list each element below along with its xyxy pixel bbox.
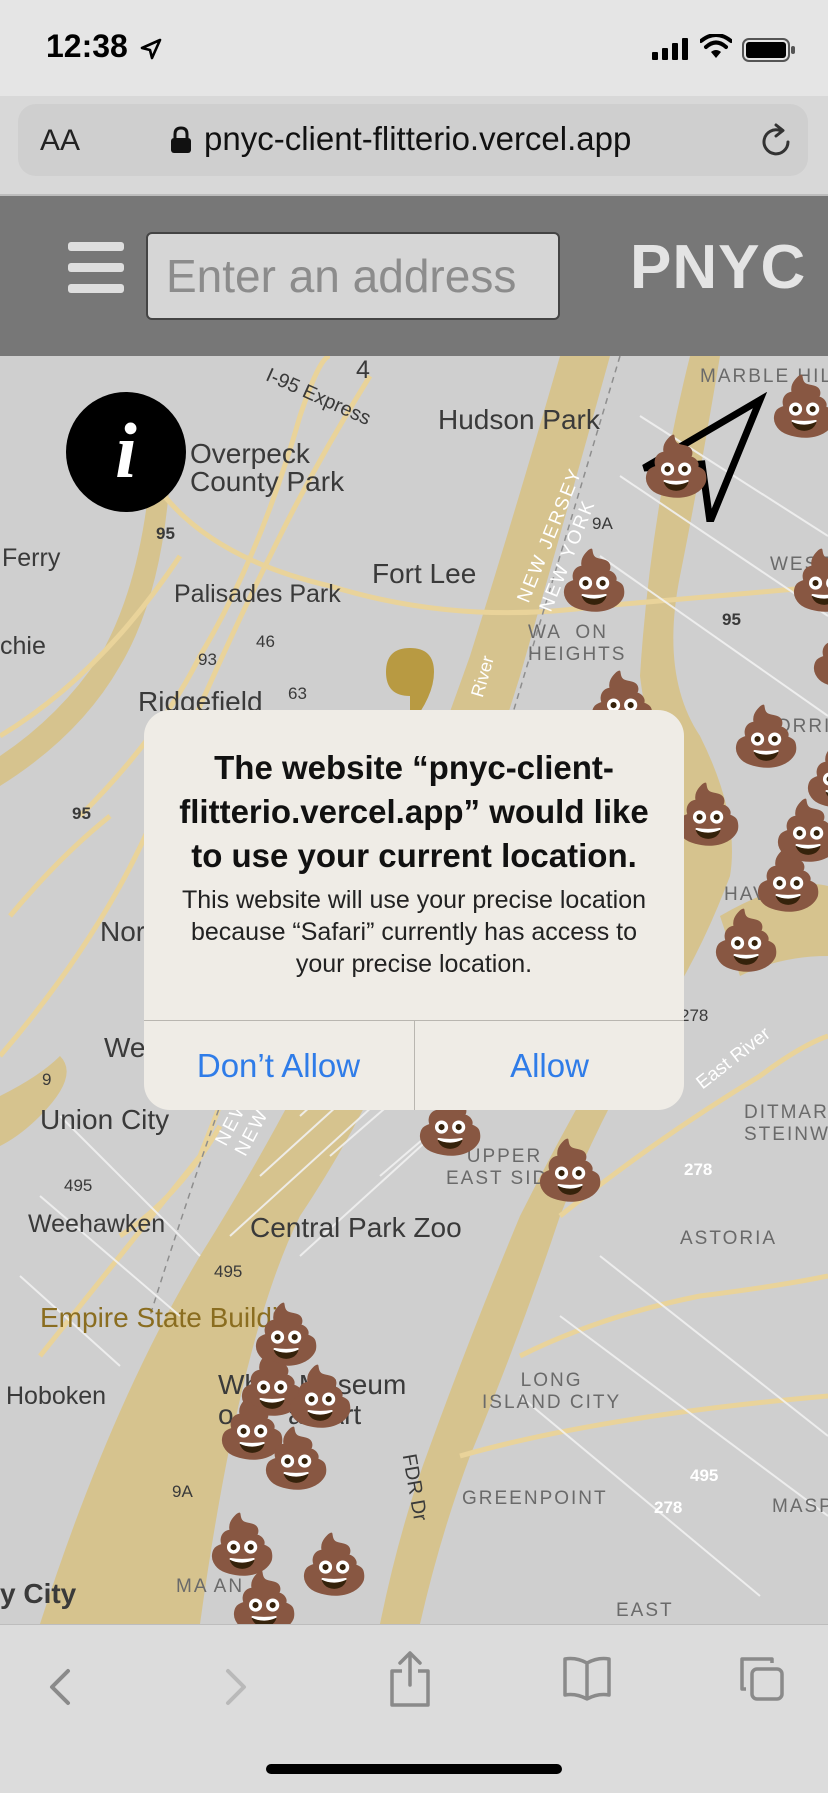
map-label: chie: [0, 632, 46, 660]
map-label: Empire State Buildi: [40, 1302, 279, 1333]
poop-marker[interactable]: 💩: [534, 1142, 606, 1200]
dialog-title: The website “pnyc-client-flitterio.verce…: [179, 749, 649, 874]
map-label: Ferry: [2, 544, 61, 572]
map-label: y City: [0, 1578, 77, 1609]
location-permission-dialog: The website “pnyc-client-flitterio.verce…: [144, 710, 684, 1110]
share-icon[interactable]: [388, 1649, 432, 1709]
bookmarks-icon[interactable]: [562, 1655, 612, 1701]
allow-button[interactable]: Allow: [415, 1021, 684, 1110]
home-indicator: [266, 1764, 562, 1774]
poop-marker[interactable]: 💩: [640, 438, 712, 496]
address-search-input[interactable]: [146, 232, 560, 320]
map-label: 9A: [172, 1482, 193, 1501]
poop-marker[interactable]: 💩: [558, 552, 630, 610]
map-label: Overpeck County Park: [190, 438, 345, 497]
info-button[interactable]: i: [66, 392, 186, 512]
back-icon[interactable]: [40, 1657, 80, 1717]
map-label: Hudson Park: [438, 404, 600, 435]
map-label: 495: [690, 1466, 719, 1485]
map-label: GREENPOINT: [462, 1488, 608, 1509]
tabs-icon[interactable]: [738, 1655, 786, 1703]
app-header: PNYC: [0, 196, 828, 356]
wifi-icon: [700, 34, 732, 58]
url-text[interactable]: pnyc-client-flitterio.vercel.app: [204, 120, 631, 158]
map-label: 95: [722, 610, 741, 629]
map-label: Palisades Park: [174, 580, 341, 608]
map-label: Central Park Zoo: [250, 1212, 462, 1243]
map-label: EAST: [616, 1600, 674, 1621]
map-label: Fort Lee: [372, 558, 477, 589]
map-label: 95: [156, 524, 175, 543]
poop-marker[interactable]: 💩: [228, 1574, 300, 1625]
map-label: Hoboken: [6, 1382, 107, 1410]
poop-marker[interactable]: 💩: [260, 1430, 332, 1488]
dialog-message: This website will use your precise locat…: [181, 886, 647, 978]
map-label: 9A: [592, 514, 613, 533]
map-label: 278: [680, 1006, 709, 1025]
map-label: 9: [42, 1070, 52, 1089]
battery-icon: [742, 38, 795, 62]
status-bar: 12:38: [0, 0, 828, 96]
poop-marker[interactable]: 💩: [752, 852, 824, 910]
map-label: 46: [256, 632, 275, 651]
map-label: LONG ISLAND CITY: [482, 1370, 622, 1413]
map-label: Nor: [100, 916, 146, 947]
location-arrow-icon: [140, 38, 162, 60]
poop-marker[interactable]: 💩: [284, 1368, 356, 1426]
map-label: 278: [684, 1160, 713, 1179]
poop-marker[interactable]: 💩: [206, 1516, 278, 1574]
map-label: Weehawken: [28, 1210, 166, 1238]
info-icon: i: [115, 407, 137, 494]
status-time: 12:38: [46, 28, 128, 64]
poop-marker[interactable]: 💩: [710, 912, 782, 970]
map-label: WA ON HEIGHTS: [528, 622, 627, 665]
map-label: 278: [654, 1498, 683, 1517]
poop-marker[interactable]: 💩: [768, 378, 828, 436]
brand-logo: PNYC: [630, 233, 807, 302]
map-label: 95: [72, 804, 91, 823]
signal-icon: [652, 38, 688, 60]
poop-marker[interactable]: 💩: [298, 1536, 370, 1594]
map-label: MASPET: [772, 1496, 828, 1517]
text-size-button[interactable]: AA: [40, 124, 80, 158]
dont-allow-button[interactable]: Don’t Allow: [144, 1021, 413, 1110]
map-label: DITMAR STEINWA: [744, 1102, 828, 1145]
map-label: 495: [64, 1176, 93, 1195]
map-label: 93: [198, 650, 217, 669]
poop-marker[interactable]: 💩: [808, 628, 828, 686]
lock-icon: [171, 126, 191, 153]
reload-icon[interactable]: [758, 122, 794, 160]
map-label: 4: [356, 356, 370, 384]
map-label: ASTORIA: [680, 1228, 778, 1249]
poop-marker[interactable]: 💩: [730, 708, 802, 766]
forward-icon[interactable]: [216, 1657, 256, 1717]
browser-address-bar[interactable]: AA pnyc-client-flitterio.vercel.app: [18, 104, 808, 176]
hamburger-menu-icon[interactable]: [68, 242, 124, 294]
map-label: 495: [214, 1262, 243, 1281]
poop-marker[interactable]: 💩: [788, 552, 828, 610]
map-label: 63: [288, 684, 307, 703]
